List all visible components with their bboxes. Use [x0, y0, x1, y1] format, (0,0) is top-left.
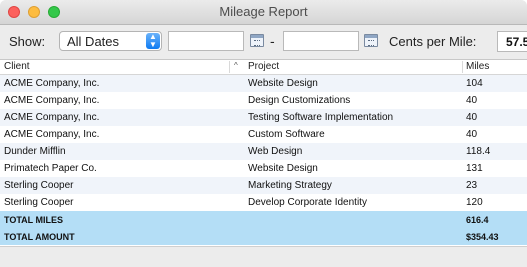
window-title: Mileage Report — [219, 4, 308, 19]
table-row[interactable]: Sterling Cooper Marketing Strategy 23 — [0, 177, 527, 194]
table-header: Client ^ Project Miles — [0, 60, 527, 75]
table-row[interactable]: Dunder Mifflin Web Design 118.4 — [0, 143, 527, 160]
cents-per-mile-field[interactable]: 57.5 — [497, 31, 527, 52]
client-cell: Sterling Cooper — [4, 180, 74, 191]
miles-cell: 40 — [466, 129, 478, 140]
cents-per-mile-value: 57.5 — [506, 35, 527, 49]
client-cell: ACME Company, Inc. — [4, 95, 100, 106]
miles-cell: 118.4 — [466, 146, 491, 157]
date-range-dash: - — [270, 33, 275, 49]
client-cell: ACME Company, Inc. — [4, 129, 100, 140]
filter-toolbar: Show: All Dates ▲ ▼ - Cents per Mile: 57.… — [0, 25, 527, 59]
project-cell: Website Design — [248, 78, 318, 89]
show-select-value: All Dates — [67, 34, 120, 49]
project-cell: Develop Corporate Identity — [248, 197, 367, 208]
column-divider[interactable] — [462, 61, 463, 73]
project-cell: Marketing Strategy — [248, 180, 332, 191]
miles-cell: 23 — [466, 180, 478, 191]
total-amount-row[interactable]: TOTAL AMOUNT $354.43 — [0, 228, 527, 245]
project-cell: Custom Software — [248, 129, 325, 140]
calendar-icon[interactable] — [364, 34, 378, 47]
start-date-field[interactable] — [168, 31, 244, 51]
total-miles-label: TOTAL MILES — [4, 215, 64, 225]
mileage-report-window: Mileage Report Show: All Dates ▲ ▼ - Cent… — [0, 0, 527, 267]
title-bar[interactable]: Mileage Report — [0, 0, 527, 25]
project-cell: Testing Software Implementation — [248, 112, 394, 123]
miles-cell: 40 — [466, 95, 478, 106]
end-date-field[interactable] — [283, 31, 359, 51]
table-row[interactable]: ACME Company, Inc. Testing Software Impl… — [0, 109, 527, 126]
miles-cell: 120 — [466, 197, 483, 208]
project-cell: Web Design — [248, 146, 303, 157]
client-cell: Sterling Cooper — [4, 197, 74, 208]
cents-per-mile-label: Cents per Mile: — [389, 34, 477, 49]
column-header-miles[interactable]: Miles — [466, 61, 489, 72]
show-label: Show: — [9, 34, 46, 49]
project-cell: Website Design — [248, 163, 318, 174]
table-row[interactable]: ACME Company, Inc. Custom Software 40 — [0, 126, 527, 143]
table-row[interactable]: ACME Company, Inc. Website Design 104 — [0, 75, 527, 92]
total-amount-value: $354.43 — [466, 232, 499, 242]
miles-cell: 104 — [466, 78, 483, 89]
total-miles-value: 616.4 — [466, 215, 489, 225]
total-miles-row[interactable]: TOTAL MILES 616.4 — [0, 211, 527, 228]
client-cell: ACME Company, Inc. — [4, 78, 100, 89]
column-header-project[interactable]: Project — [248, 61, 279, 72]
mileage-table: Client ^ Project Miles ACME Company, Inc… — [0, 59, 527, 246]
calendar-icon[interactable] — [250, 34, 264, 47]
client-cell: Dunder Mifflin — [4, 146, 66, 157]
sort-ascending-icon: ^ — [234, 61, 238, 70]
client-cell: ACME Company, Inc. — [4, 112, 100, 123]
table-row[interactable]: Sterling Cooper Develop Corporate Identi… — [0, 194, 527, 211]
client-cell: Primatech Paper Co. — [4, 163, 97, 174]
total-amount-label: TOTAL AMOUNT — [4, 232, 75, 242]
project-cell: Design Customizations — [248, 95, 351, 106]
table-row[interactable]: Primatech Paper Co. Website Design 131 — [0, 160, 527, 177]
miles-cell: 131 — [466, 163, 483, 174]
table-row[interactable]: ACME Company, Inc. Design Customizations… — [0, 92, 527, 109]
chevron-updown-icon: ▲ ▼ — [146, 33, 160, 49]
column-header-client[interactable]: Client — [4, 61, 30, 72]
miles-cell: 40 — [466, 112, 478, 123]
window-footer — [0, 246, 527, 267]
show-date-range-select[interactable]: All Dates ▲ ▼ — [59, 31, 162, 51]
column-divider[interactable] — [229, 61, 230, 73]
